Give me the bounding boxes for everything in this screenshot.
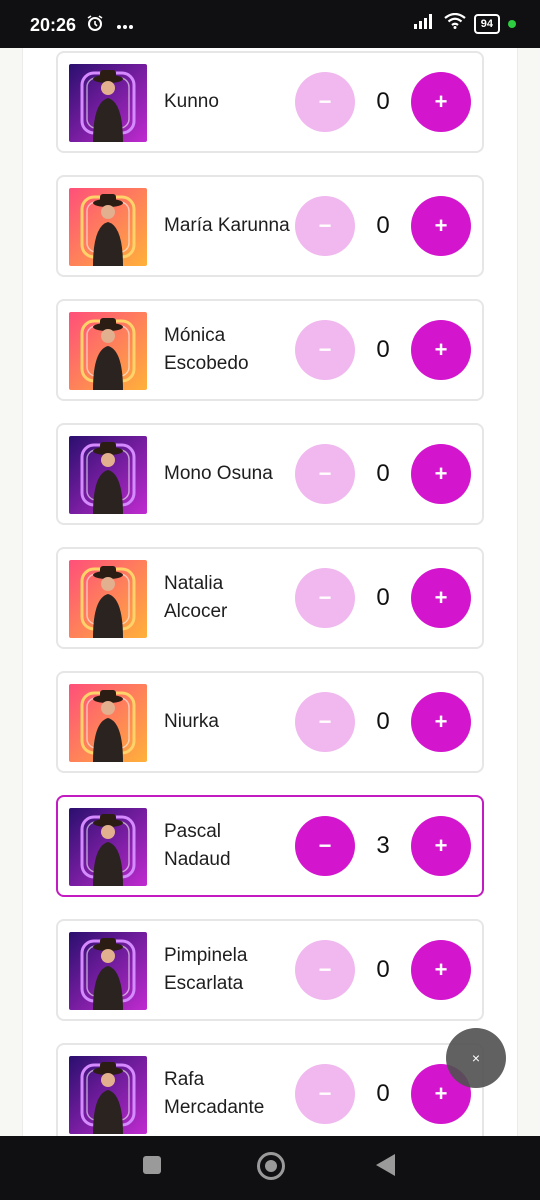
contestant-photo [69,188,147,266]
plus-icon: + [434,213,448,238]
close-icon: × [471,1050,481,1066]
vote-count: 0 [376,336,390,363]
plus-icon: + [434,585,448,610]
vote-count: 0 [376,212,390,239]
contestant-card[interactable]: María Karunna − 0 + [56,175,484,277]
plus-icon: + [434,709,448,734]
navigation-bar [0,1136,540,1200]
contestant-name: Kunno [164,91,219,112]
contestant-name: Pimpinela Escarlata [164,945,248,994]
contestant-card[interactable]: Rafa Mercadante − 0 + [56,1043,484,1136]
increment-button[interactable]: + [411,196,471,256]
minus-icon: − [318,585,332,610]
contestant-card[interactable]: Pascal Nadaud − 3 + [56,795,484,897]
minus-icon: − [318,337,332,362]
plus-icon: + [434,1081,448,1106]
contestant-photo [69,684,147,762]
status-time: 20:26 [30,15,77,35]
contestant-photo [69,560,147,638]
contestant-name: Rafa Mercadante [164,1069,265,1118]
minus-icon: − [318,709,332,734]
increment-button[interactable]: + [411,568,471,628]
close-overlay-button[interactable]: × [446,1028,506,1088]
signal-icon [413,13,436,34]
minus-icon: − [318,213,332,238]
contestant-card[interactable]: Mono Osuna − 0 + [56,423,484,525]
contestant-photo [69,1056,147,1134]
plus-icon: + [434,833,448,858]
status-bar: 20:26 94 [0,0,540,48]
contestant-photo [69,436,147,514]
increment-button[interactable]: + [411,72,471,132]
vote-count: 3 [376,832,390,859]
vote-count: 0 [376,88,390,115]
decrement-button[interactable]: − [295,816,355,876]
contestant-name: María Karunna [164,215,290,236]
vote-count: 0 [376,460,390,487]
privacy-indicator-icon [508,19,516,28]
contestant-name: Pascal Nadaud [164,821,231,870]
contestant-photo [69,64,147,142]
plus-icon: + [434,337,448,362]
vote-count: 0 [376,956,390,983]
contestant-photo [69,808,147,886]
decrement-button[interactable]: − [295,692,355,752]
contestant-name: Natalia Alcocer [164,573,228,622]
wifi-icon [444,12,466,34]
contestant-name: Mono Osuna [164,463,273,484]
contestant-name: Niurka [164,711,219,732]
contestant-photo [69,312,147,390]
increment-button[interactable]: + [411,320,471,380]
vote-count: 0 [376,708,390,735]
increment-button[interactable]: + [411,444,471,504]
contestant-card[interactable]: Pimpinela Escarlata − 0 + [56,919,484,1021]
plus-icon: + [434,89,448,114]
contestant-card[interactable]: Natalia Alcocer − 0 + [56,547,484,649]
increment-button[interactable]: + [411,940,471,1000]
decrement-button[interactable]: − [295,72,355,132]
more-icon [116,17,134,35]
contestant-card[interactable]: Mónica Escobedo − 0 + [56,299,484,401]
contestant-card[interactable]: Niurka − 0 + [56,671,484,773]
decrement-button[interactable]: − [295,320,355,380]
contestant-photo [69,932,147,1010]
back-button[interactable] [376,1154,395,1176]
minus-icon: − [318,461,332,486]
contestant-name: Mónica Escobedo [164,325,249,374]
decrement-button[interactable]: − [295,568,355,628]
increment-button[interactable]: + [411,692,471,752]
battery-icon: 94 [473,13,500,34]
vote-count: 0 [376,584,390,611]
plus-icon: + [434,461,448,486]
contestant-list: Kunno − 0 + María Karunna − 0 + Mónica Escobedo −… [56,51,484,1136]
main-content[interactable]: Kunno − 0 + María Karunna − 0 + Mónica Escobedo −… [22,48,518,1136]
contestant-card[interactable]: Kunno − 0 + [56,51,484,153]
minus-icon: − [318,833,332,858]
alarm-icon [86,14,104,37]
increment-button[interactable]: + [411,816,471,876]
recents-button[interactable] [143,1156,161,1174]
decrement-button[interactable]: − [295,940,355,1000]
minus-icon: − [318,1081,332,1106]
home-button[interactable] [257,1152,285,1180]
decrement-button[interactable]: − [295,444,355,504]
vote-count: 0 [376,1080,390,1107]
plus-icon: + [434,957,448,982]
minus-icon: − [318,89,332,114]
decrement-button[interactable]: − [295,1064,355,1124]
minus-icon: − [318,957,332,982]
decrement-button[interactable]: − [295,196,355,256]
